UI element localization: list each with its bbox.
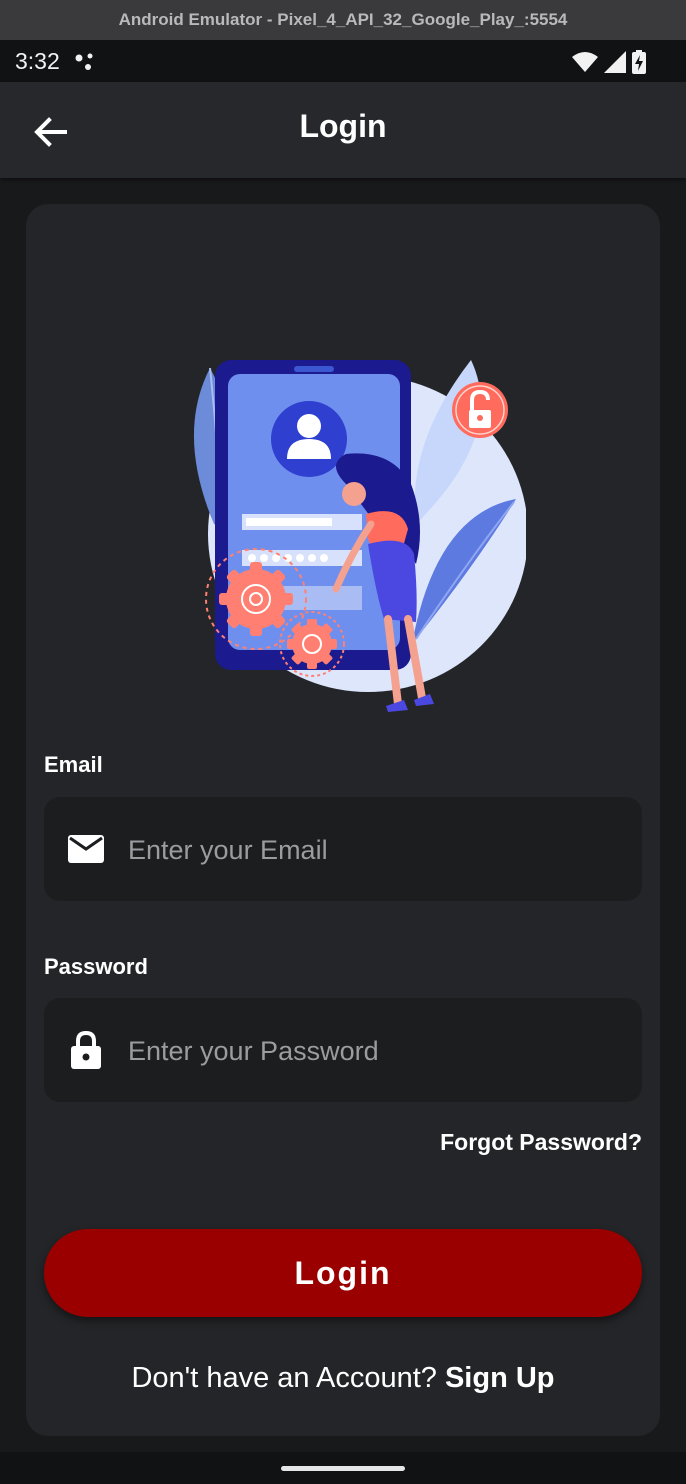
email-field[interactable] xyxy=(44,797,642,903)
login-card: Email Password Forgot Password? xyxy=(26,204,660,1436)
password-input[interactable] xyxy=(126,998,620,1104)
window-title: Android Emulator - Pixel_4_API_32_Google… xyxy=(118,10,568,29)
app-bar: Login xyxy=(0,82,686,178)
battery-charging-icon xyxy=(632,50,646,74)
forgot-password-link[interactable]: Forgot Password? xyxy=(440,1129,642,1156)
login-security-illustration xyxy=(193,360,526,712)
status-icons xyxy=(572,49,646,75)
email-input[interactable] xyxy=(126,797,620,903)
password-field[interactable] xyxy=(44,998,642,1104)
emulator-window: Android Emulator - Pixel_4_API_32_Google… xyxy=(0,0,686,1484)
window-titlebar: Android Emulator - Pixel_4_API_32_Google… xyxy=(0,0,686,41)
status-time: 3:32 xyxy=(15,48,60,74)
wifi-icon xyxy=(572,52,598,72)
navigation-bar xyxy=(0,1452,686,1484)
signal-icon xyxy=(604,51,626,73)
password-label: Password xyxy=(44,954,148,979)
page-title: Login xyxy=(299,108,387,144)
mail-icon xyxy=(66,829,106,869)
signup-link[interactable]: Sign Up xyxy=(445,1362,555,1394)
lock-icon xyxy=(66,1030,106,1070)
home-indicator[interactable] xyxy=(281,1466,405,1471)
signup-prompt: Don't have an Account? xyxy=(131,1362,445,1394)
login-button[interactable]: Login xyxy=(44,1229,642,1317)
assistant-dots-icon xyxy=(75,53,93,70)
status-bar: 3:32 xyxy=(0,40,686,82)
signup-row: Don't have an Account? Sign Up xyxy=(26,1362,660,1395)
email-label: Email xyxy=(44,752,103,777)
